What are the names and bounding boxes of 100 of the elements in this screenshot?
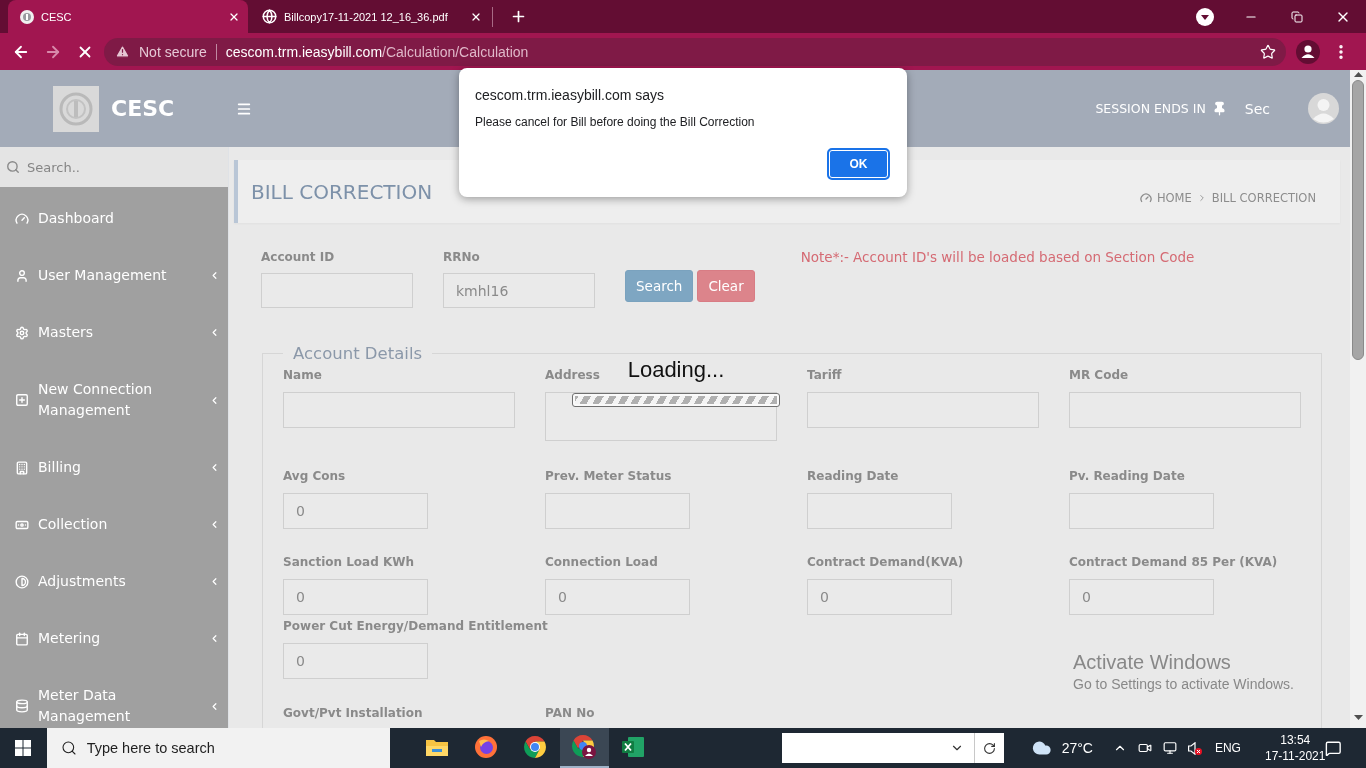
sidebar-nav-item[interactable]: Metering <box>0 610 228 667</box>
field-label: RRNo <box>443 249 480 266</box>
clear-button[interactable]: Clear <box>697 270 755 302</box>
text-field[interactable] <box>1069 493 1214 529</box>
sidebar-nav-item[interactable]: Dashboard <box>0 190 228 247</box>
field-label: Account ID <box>261 249 335 266</box>
half-circle-icon <box>15 574 29 589</box>
dialog-message: Please cancel for Bill before doing the Bill Correction <box>475 114 756 130</box>
session-label: SESSION ENDS IN <box>1095 101 1206 116</box>
ok-button[interactable]: OK <box>827 148 890 180</box>
field-label: Power Cut Energy/Demand Entitlement <box>283 618 548 635</box>
search-icon <box>6 160 20 174</box>
scroll-down-icon[interactable] <box>1353 715 1363 720</box>
star-icon[interactable] <box>1260 43 1276 60</box>
pin-icon <box>1211 101 1227 116</box>
text-field[interactable] <box>807 493 952 529</box>
user-icon <box>15 268 29 283</box>
scrollbar[interactable] <box>1350 70 1366 728</box>
field-label: Avg Cons <box>283 468 346 485</box>
text-field[interactable] <box>261 273 413 308</box>
field-label: MR Code <box>1069 367 1129 384</box>
text-field[interactable]: 0 <box>283 493 428 529</box>
text-field[interactable]: 0 <box>1069 579 1214 615</box>
browser-tab[interactable]: CESC <box>8 0 248 33</box>
url-path: /Calculation/Calculation <box>382 43 529 60</box>
notification-icon[interactable] <box>1325 739 1342 757</box>
address-bar[interactable]: Not secure cescom.trm.ieasybill.com/Calculation/Calculation <box>104 37 1286 66</box>
note-text: Note*:- Account ID's will be loaded based on Section Code <box>800 248 1195 266</box>
speaker-muted-icon[interactable] <box>1187 741 1202 755</box>
text-field[interactable] <box>545 493 690 529</box>
restore-icon[interactable] <box>1291 10 1303 23</box>
search-icon <box>60 740 77 756</box>
breadcrumb-current: BILL CORRECTION <box>1211 190 1316 205</box>
field-label: Contract Demand 85 Per (KVA) <box>1069 554 1278 571</box>
fox-browser-icon <box>475 736 498 758</box>
monitor-icon[interactable] <box>1162 741 1177 755</box>
field-label: Reading Date <box>807 468 899 485</box>
text-field[interactable]: 0 <box>807 579 952 615</box>
video-camera-icon[interactable] <box>1137 741 1152 755</box>
scrollbar-thumb[interactable] <box>1352 80 1364 360</box>
gauge-icon <box>15 211 29 226</box>
plus-square-icon <box>15 393 29 407</box>
field-label: Tariff <box>807 367 842 384</box>
field-label: Connection Load <box>545 554 658 571</box>
field-label: PAN No <box>545 705 595 722</box>
logo-icon <box>53 85 99 132</box>
sidebar-search-field[interactable]: Search.. <box>0 147 228 187</box>
text-field[interactable]: 0 <box>283 579 428 615</box>
field-label: Sanction Load KWh <box>283 554 415 571</box>
page-title: BILL CORRECTION <box>251 179 433 204</box>
session-timer: Sec <box>1244 100 1270 117</box>
text-field[interactable] <box>283 392 515 428</box>
taskbar-search-field[interactable]: Type here to search <box>46 728 390 768</box>
refresh-icon[interactable] <box>983 741 997 755</box>
taskbar-app-button[interactable] <box>559 728 609 768</box>
clock-date[interactable]: 17-11-2021 <box>1264 748 1326 764</box>
warning-icon[interactable] <box>115 44 130 59</box>
notice-text: Go to Settings to activate Windows. <box>1073 675 1294 693</box>
dialog-title: cescom.trm.ieasybill.com says <box>475 86 666 104</box>
gauge-icon <box>1139 191 1152 204</box>
text-field[interactable] <box>1069 392 1301 428</box>
section-legend: Account Details <box>283 344 433 363</box>
url-host: cescom.trm.ieasybill.com <box>225 43 383 60</box>
browser-icon <box>524 736 547 758</box>
caret-circle-icon[interactable] <box>1196 7 1214 26</box>
gear-icon <box>15 325 29 340</box>
sidebar-nav-item[interactable]: User Management <box>0 247 228 304</box>
text-field[interactable]: kmhl16 <box>443 273 595 308</box>
windows-logo-icon[interactable] <box>15 740 32 756</box>
sidebar-nav-item[interactable]: Adjustments <box>0 553 228 610</box>
sidebar-nav-item[interactable]: Billing <box>0 439 228 496</box>
text-field[interactable]: 0 <box>283 643 428 679</box>
folder-icon <box>426 738 449 756</box>
profile-icon[interactable] <box>1296 39 1320 64</box>
sidebar-nav-item[interactable]: Meter Data Management <box>0 667 228 728</box>
language-indicator[interactable]: ENG <box>1214 741 1241 755</box>
breadcrumb-link[interactable]: HOME <box>1156 190 1192 205</box>
sidebar-nav-item[interactable]: Masters <box>0 304 228 361</box>
database-icon <box>15 699 29 713</box>
scroll-up-icon[interactable] <box>1353 72 1363 77</box>
sidebar-nav-item[interactable]: New Connection Management <box>0 361 228 439</box>
temperature-text[interactable]: 27°C <box>1061 740 1093 756</box>
address-toolbar-field[interactable] <box>781 733 1005 763</box>
calendar-icon <box>15 631 29 646</box>
field-label: Pv. Reading Date <box>1069 468 1185 485</box>
security-label[interactable]: Not secure <box>139 43 207 60</box>
spreadsheet-icon <box>622 737 645 757</box>
field-label: Contract Demand(KVA) <box>807 554 964 571</box>
field-label: Govt/Pvt Installation <box>283 705 423 722</box>
site-logo-icon <box>20 9 34 24</box>
text-field[interactable]: 0 <box>545 579 690 615</box>
text-field[interactable] <box>807 392 1039 428</box>
field-label: Prev. Meter Status <box>545 468 672 485</box>
sidebar-nav-item[interactable]: Collection <box>0 496 228 553</box>
search-button[interactable]: Search <box>625 270 694 302</box>
field-label: Name <box>283 367 322 384</box>
clock-time[interactable]: 13:54 <box>1280 732 1311 748</box>
building-icon <box>15 460 29 475</box>
browser-tab[interactable]: Billcopy17-11-2021 12_16_36.pdf <box>250 0 490 33</box>
notice-title: Activate Windows <box>1073 650 1232 675</box>
